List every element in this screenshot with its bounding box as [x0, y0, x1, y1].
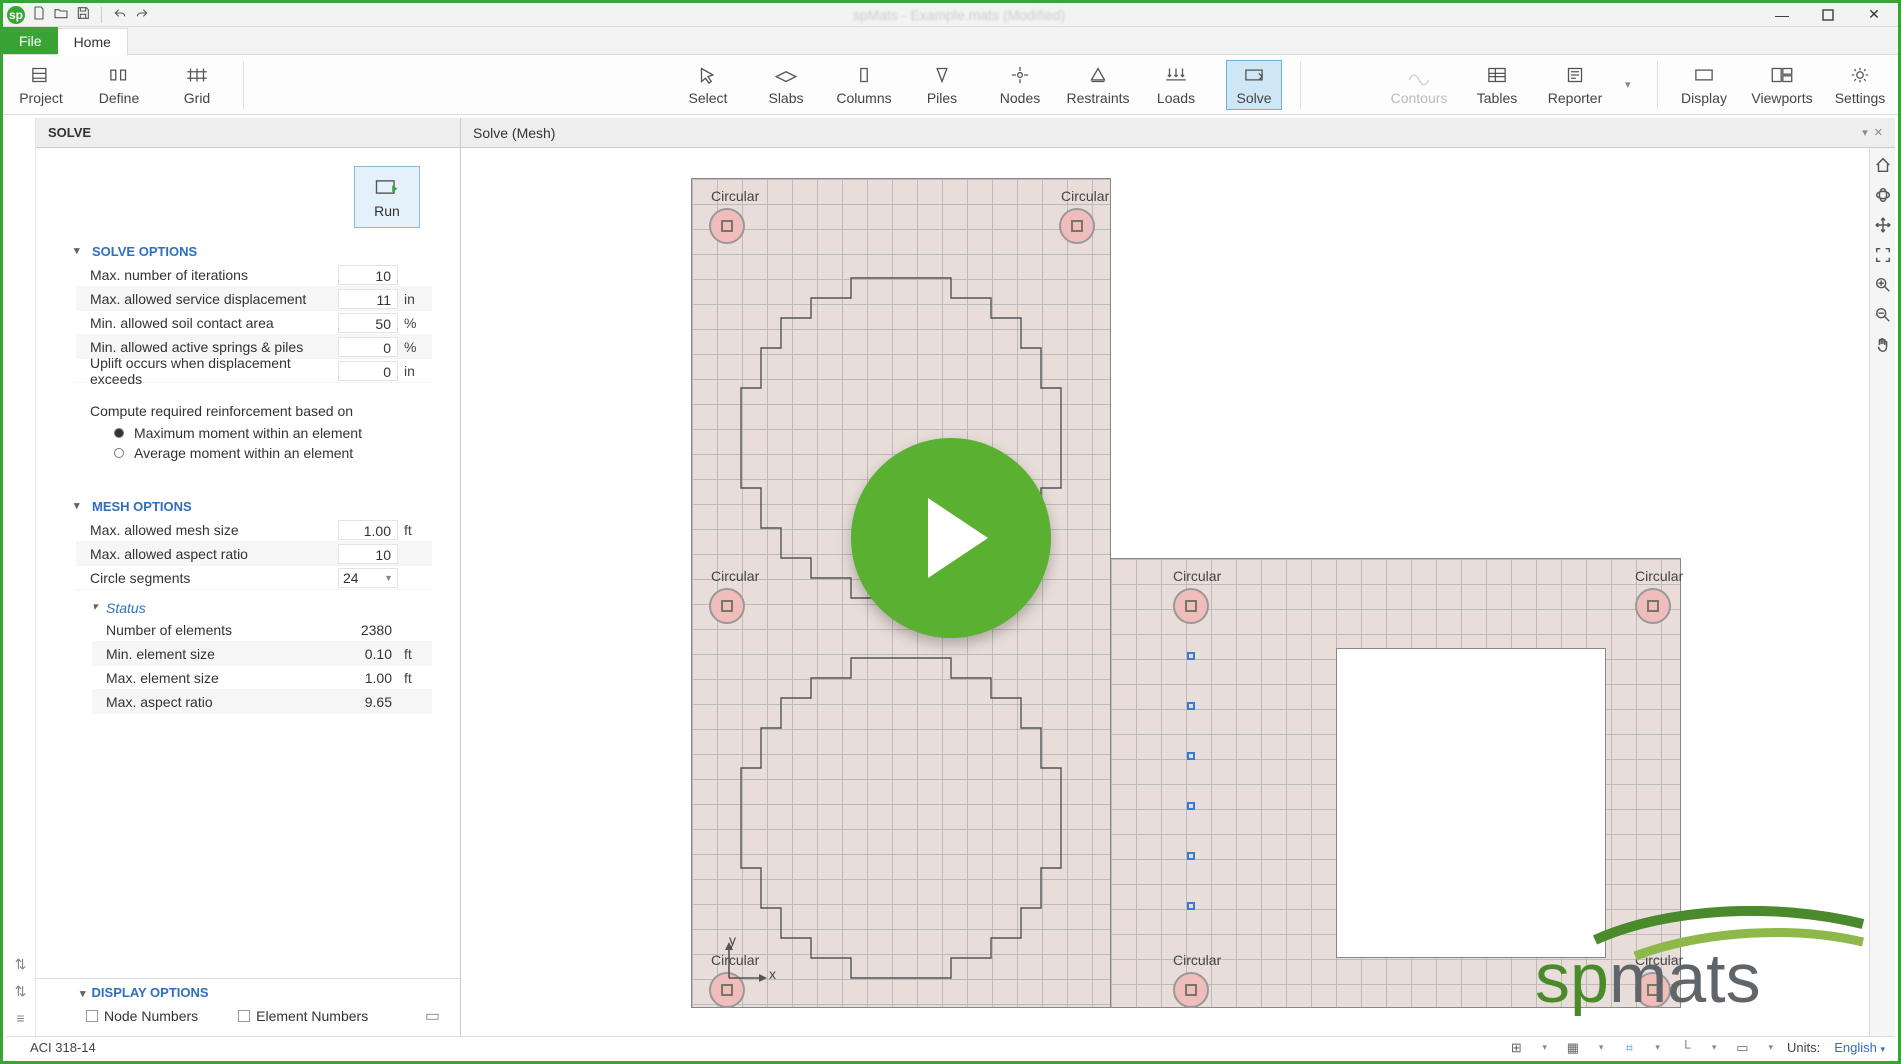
radio-avg-moment[interactable]: Average moment within an element: [36, 443, 460, 463]
minimize-button[interactable]: —: [1768, 5, 1796, 25]
close-button[interactable]: ✕: [1860, 5, 1888, 25]
app-logo: spmats: [1515, 906, 1875, 1016]
opt-max-mesh: Max. allowed mesh size1.00ft: [76, 518, 432, 542]
ribbon-nodes[interactable]: Nodes: [992, 60, 1048, 110]
window-title: spMats - Example.mats (Modified): [150, 7, 1768, 23]
ribbon-tables[interactable]: Tables: [1469, 60, 1525, 110]
new-icon[interactable]: [31, 5, 47, 24]
grid-small-icon[interactable]: ⊞: [1504, 1039, 1528, 1057]
ribbon-piles[interactable]: Piles: [914, 60, 970, 110]
min-springs-input[interactable]: 0: [338, 337, 398, 357]
design-code: ACI 318-14: [16, 1040, 96, 1055]
column-marker[interactable]: [709, 588, 745, 624]
grid-large-icon[interactable]: ▦: [1561, 1039, 1585, 1057]
zoom-out-icon[interactable]: [1874, 306, 1892, 324]
status-max-element: Max. element size1.00ft: [92, 666, 432, 690]
min-soil-input[interactable]: 50: [338, 313, 398, 333]
app-icon: sp: [7, 6, 25, 24]
units-select[interactable]: English ▾: [1834, 1040, 1885, 1055]
ribbon-reporter[interactable]: Reporter: [1547, 60, 1603, 110]
column-marker[interactable]: [709, 208, 745, 244]
opt-max-displacement: Max. allowed service displacement11in: [76, 287, 432, 311]
ribbon-display[interactable]: Display: [1676, 60, 1732, 110]
column-marker[interactable]: [1173, 972, 1209, 1008]
panel-collapse-gutter: ⇅ ⇅ ≡: [6, 118, 36, 1036]
ribbon-grid[interactable]: Grid: [169, 60, 225, 110]
home-view-icon[interactable]: [1874, 156, 1892, 174]
run-button[interactable]: Run: [354, 166, 420, 228]
ribbon-define[interactable]: Define: [91, 60, 147, 110]
panel-toggle-3-icon[interactable]: ≡: [16, 1010, 24, 1026]
max-mesh-input[interactable]: 1.00: [338, 520, 398, 540]
status-n-elements: Number of elements2380: [92, 618, 432, 642]
max-aspect-input[interactable]: 10: [338, 544, 398, 564]
snap-toggle-icon[interactable]: ⌗: [1617, 1039, 1641, 1057]
reporter-dropdown-icon[interactable]: ▾: [1625, 78, 1639, 91]
panel-toggle-1-icon[interactable]: ⇅: [15, 956, 27, 973]
opt-max-aspect: Max. allowed aspect ratio10: [76, 542, 432, 566]
opt-circle-segments: Circle segments24▼: [76, 566, 432, 590]
solve-panel: SOLVE Run SOLVE OPTIONS Max. number of i…: [36, 118, 461, 1036]
circular-opening-bottom: [731, 648, 1071, 988]
column-marker[interactable]: [1059, 208, 1095, 244]
ribbon-slabs[interactable]: Slabs: [758, 60, 814, 110]
titlebar: sp spMats - Example.mats (Modified) — ✕: [3, 3, 1898, 27]
play-button[interactable]: [851, 438, 1051, 638]
solve-options-header[interactable]: SOLVE OPTIONS: [36, 234, 460, 263]
canvas-pin-icon[interactable]: ▾: [1862, 126, 1868, 139]
model-canvas[interactable]: Circular Circular Circular Circular Circ…: [461, 148, 1895, 1036]
save-icon[interactable]: [75, 5, 91, 24]
tab-file[interactable]: File: [3, 27, 58, 54]
pan-arrows-icon[interactable]: [1874, 216, 1892, 234]
canvas-close-icon[interactable]: ✕: [1874, 126, 1883, 139]
compute-note: Compute required reinforcement based on: [36, 383, 460, 423]
circle-seg-select[interactable]: 24▼: [338, 568, 398, 588]
hand-pan-icon[interactable]: [1874, 336, 1892, 354]
tab-home[interactable]: Home: [58, 28, 128, 55]
ortho-icon[interactable]: └: [1674, 1039, 1698, 1057]
units-label: Units:: [1787, 1040, 1820, 1055]
ribbon-loads[interactable]: Loads: [1148, 60, 1204, 110]
open-icon[interactable]: [53, 5, 69, 24]
ribbon-restraints[interactable]: Restraints: [1070, 60, 1126, 110]
ribbon-viewports[interactable]: Viewports: [1754, 60, 1810, 110]
ribbon-project[interactable]: Project: [13, 60, 69, 110]
column-marker[interactable]: [1173, 588, 1209, 624]
status-max-aspect: Max. aspect ratio9.65: [92, 690, 432, 714]
opt-uplift: Uplift occurs when displacement exceeds0…: [76, 359, 432, 383]
fit-view-icon[interactable]: [1874, 246, 1892, 264]
element-numbers-checkbox[interactable]: Element Numbers: [238, 1008, 368, 1024]
ribbon-select[interactable]: Select: [680, 60, 736, 110]
maximize-button[interactable]: [1814, 5, 1842, 25]
redo-icon[interactable]: [134, 5, 150, 24]
max-iter-input[interactable]: 10: [338, 265, 398, 285]
svg-text:spmats: spmats: [1535, 939, 1761, 1016]
node-numbers-checkbox[interactable]: Node Numbers: [86, 1008, 198, 1024]
canvas-header: Solve (Mesh) ▾ ✕: [461, 118, 1895, 148]
radio-max-moment[interactable]: Maximum moment within an element: [36, 423, 460, 443]
opt-max-iterations: Max. number of iterations10: [76, 263, 432, 287]
ribbon-columns[interactable]: Columns: [836, 60, 892, 110]
ribbon-contours[interactable]: Contours: [1391, 60, 1447, 110]
panel-toggle-2-icon[interactable]: ⇅: [15, 983, 27, 1000]
panel-title: SOLVE: [36, 118, 460, 148]
display-options-expand-icon[interactable]: ▭: [425, 1006, 440, 1026]
undo-icon[interactable]: [112, 5, 128, 24]
status-header[interactable]: Status: [36, 590, 460, 618]
uplift-input[interactable]: 0: [338, 361, 398, 381]
orbit-icon[interactable]: [1874, 186, 1892, 204]
menubar: File Home: [3, 27, 1898, 55]
display-options-header[interactable]: DISPLAY OPTIONS: [80, 985, 440, 1000]
max-disp-input[interactable]: 11: [338, 289, 398, 309]
selection-mode-icon[interactable]: ▭: [1730, 1039, 1754, 1057]
mesh-options-header[interactable]: MESH OPTIONS: [36, 489, 460, 518]
statusbar: ACI 318-14 ⊞▾ ▦▾ ⌗▾ └▾ ▭▾ Units: English…: [6, 1036, 1895, 1058]
ribbon: Project Define Grid Select Slabs Columns…: [3, 55, 1898, 115]
ribbon-solve[interactable]: Solve: [1226, 60, 1282, 110]
opt-min-soil: Min. allowed soil contact area50%: [76, 311, 432, 335]
zoom-in-icon[interactable]: [1874, 276, 1892, 294]
ribbon-settings[interactable]: Settings: [1832, 60, 1888, 110]
status-min-element: Min. element size0.10ft: [92, 642, 432, 666]
column-marker[interactable]: [1635, 588, 1671, 624]
